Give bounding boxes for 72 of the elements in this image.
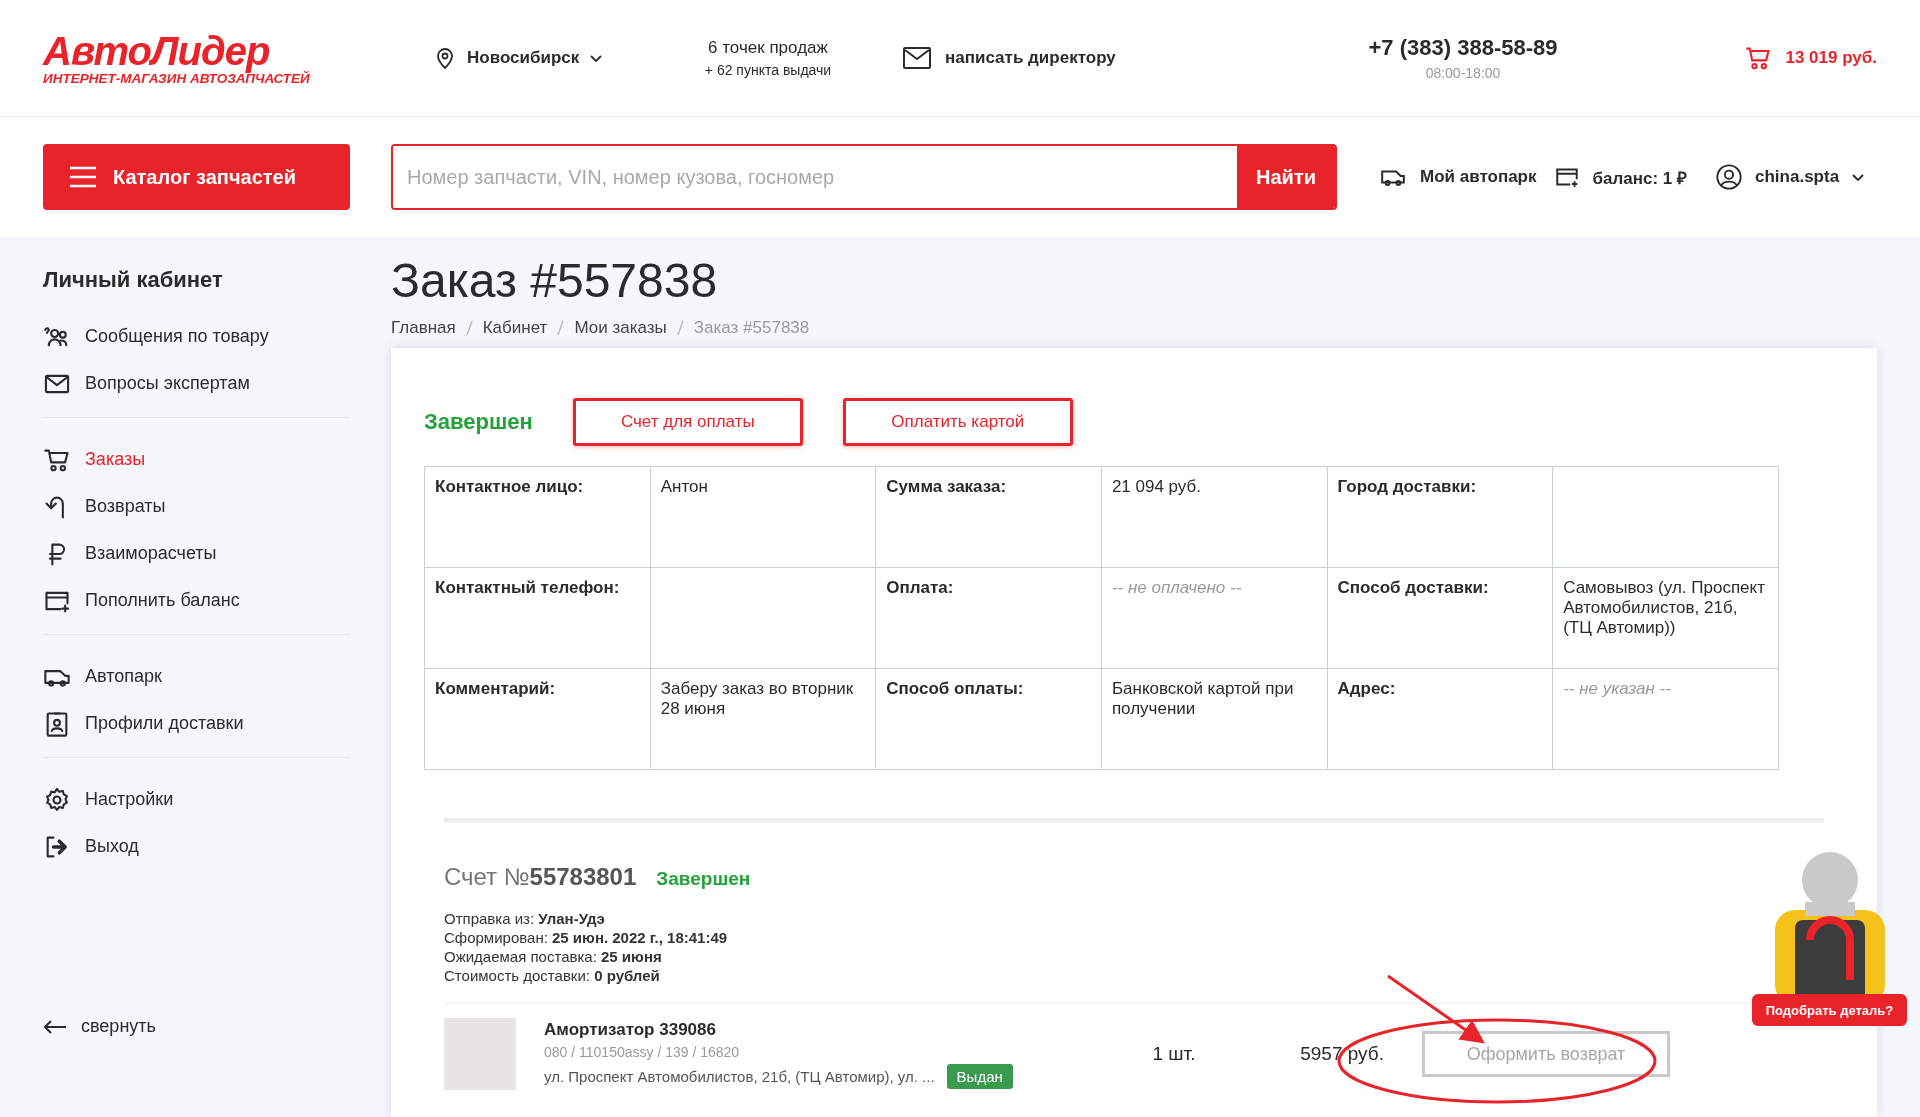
status-badge: Выдан — [946, 1063, 1013, 1089]
pay-card-button[interactable]: Оплатить картой — [842, 398, 1073, 446]
field-value: -- не указан -- — [1552, 668, 1779, 770]
field-label: Контактное лицо: — [424, 466, 651, 568]
pickup-address: ул. Проспект Автомобилистов, 21б, (ТЦ Автомир), ул. ... — [544, 1067, 935, 1085]
collapse-link[interactable]: свернуть — [43, 1016, 350, 1037]
search-field[interactable]: Номер запчасти, VIN, номер кузова, госномер Найти — [391, 144, 1337, 210]
field-label: Город доставки: — [1327, 466, 1553, 568]
write-director-link[interactable]: написать директору — [903, 47, 1323, 69]
field-label: Комментарий: — [424, 668, 651, 770]
sidebar-item[interactable]: Возвраты — [43, 483, 350, 530]
breadcrumb-separator-icon — [557, 320, 565, 336]
sidebar-item[interactable]: Пополнить баланс — [43, 577, 350, 624]
menu-icon — [69, 166, 97, 188]
invoice-button[interactable]: Счет для оплаты — [572, 398, 803, 446]
catalog-button[interactable]: Каталог запчастей — [43, 144, 350, 210]
search-button[interactable]: Найти — [1237, 146, 1335, 208]
product-name[interactable]: Амортизатор 339086 — [544, 1019, 1104, 1040]
sidebar-item[interactable]: Взаиморасчеты — [43, 530, 350, 577]
field-label: Способ доставки: — [1327, 567, 1553, 669]
cart-link[interactable]: 13 019 руб. — [1743, 44, 1877, 72]
product-codes: 080 / 110150assy / 139 / 16820 — [544, 1043, 741, 1060]
user-menu[interactable]: china.spta — [1715, 163, 1866, 191]
field-label: Оплата: — [875, 567, 1102, 669]
breadcrumb-link[interactable]: Мои заказы — [574, 318, 667, 338]
balance-link[interactable]: баланс: 1 ₽ — [1552, 164, 1687, 190]
invoice-detail: Стоимость доставки: 0 рублей — [444, 966, 661, 985]
quantity: 1 шт. — [1151, 1043, 1197, 1065]
logo-tagline: ИНТЕРНЕТ-МАГАЗИН АВТОЗАПЧАСТЕЙ — [43, 70, 310, 86]
user-icon — [1715, 163, 1743, 191]
sidebar-title: Личный кабинет — [43, 267, 224, 293]
field-label: Адрес: — [1327, 668, 1553, 770]
settings-icon — [43, 785, 71, 814]
phone-number[interactable]: +7 (383) 388-58-89 — [1368, 35, 1558, 61]
breadcrumb-link[interactable]: Главная — [391, 318, 456, 338]
invoice-detail: Ожидаемая поставка: 25 июня — [444, 947, 663, 966]
breadcrumb-link[interactable]: Кабинет — [482, 318, 548, 338]
mail-icon — [903, 47, 931, 69]
working-hours: 08:00-18:00 — [1425, 65, 1501, 81]
field-value: -- не оплачено -- — [1101, 567, 1328, 669]
find-part-button[interactable]: Подобрать деталь? — [1752, 994, 1907, 1026]
invoice-status: Завершен — [656, 868, 751, 890]
sidebar-item[interactable]: Автопарк — [43, 653, 350, 700]
field-label: Способ оплаты: — [875, 668, 1102, 770]
pickup-count: + 62 пункта выдачи — [704, 62, 832, 78]
sidebar-item[interactable]: Вопросы экспертам — [43, 360, 350, 407]
price: 5957 руб. — [1299, 1043, 1384, 1065]
field-value: Заберу заказ во вторник 28 июня — [650, 668, 876, 770]
sidebar-item[interactable]: Сообщения по товару — [43, 313, 350, 360]
photo-placeholder — [444, 1018, 516, 1090]
field-value: 21 094 руб. — [1101, 466, 1328, 568]
sidebar-item[interactable]: Заказы — [43, 436, 350, 483]
breadcrumb-separator-icon — [676, 320, 684, 336]
breadcrumb-separator-icon — [465, 320, 473, 336]
stores-count[interactable]: 6 точек продаж — [708, 38, 828, 58]
field-label: Сумма заказа: — [875, 466, 1102, 568]
invoice-detail: Сформирован: 25 июн. 2022 г., 18:41:49 — [444, 928, 729, 947]
field-value: Антон — [650, 466, 876, 568]
page-title: Заказ #557838 — [391, 253, 719, 308]
order-status: Завершен — [424, 409, 533, 435]
field-value: Самовывоз (ул. Проспект Автомобилистов, 21б, (ТЦ Автомир)) — [1552, 567, 1779, 669]
sidebar-item[interactable]: Выход — [43, 823, 350, 870]
sidebar-item[interactable]: Профили доставки — [43, 700, 350, 747]
sidebar-item[interactable]: Настройки — [43, 776, 350, 823]
invoice-number: Счет №55783801 — [444, 863, 637, 891]
invoice-detail: Отправка из: Улан-Удэ — [444, 909, 606, 928]
field-value: Банковской картой при получении — [1101, 668, 1328, 770]
garage-link[interactable]: Мой автопарк — [1378, 164, 1537, 190]
logo-wordmark[interactable]: АвтоЛидер — [43, 30, 270, 71]
city-selector[interactable]: Новосибирск — [433, 45, 633, 71]
field-label: Контактный телефон: — [424, 567, 651, 669]
arrow-left-icon — [43, 1018, 67, 1035]
